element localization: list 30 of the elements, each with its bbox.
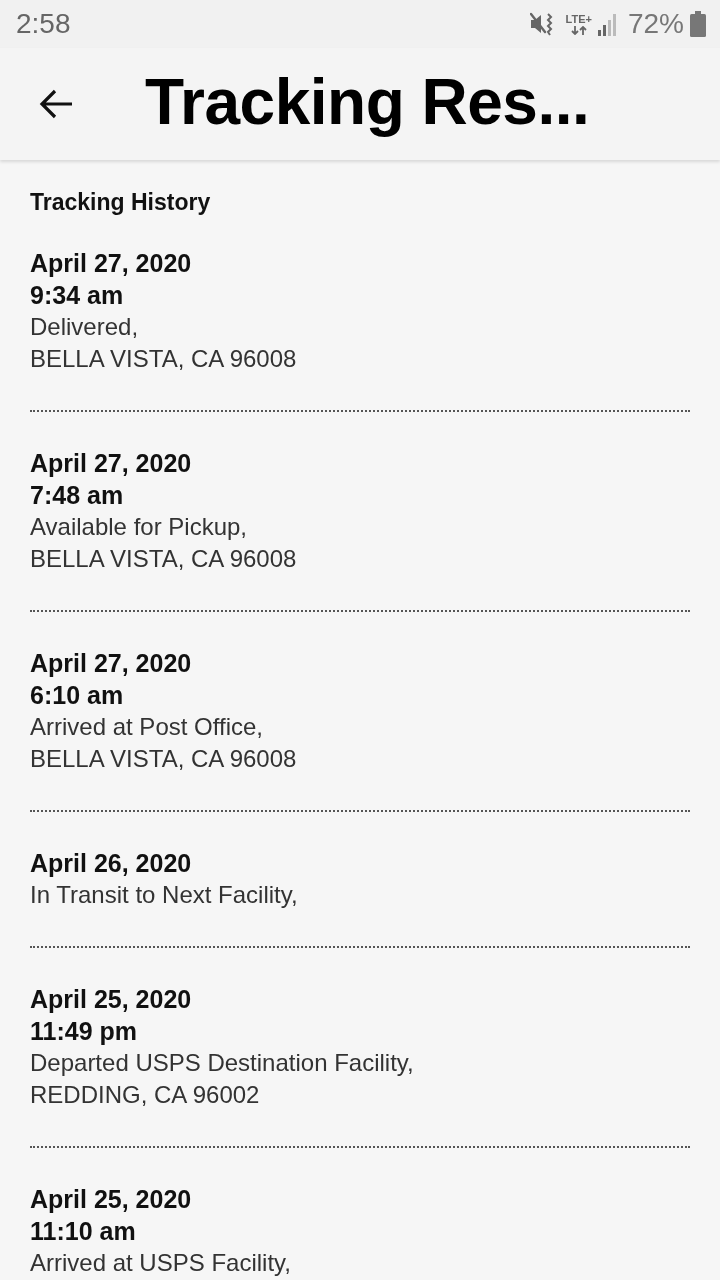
event-status: Departed USPS Destination Facility,: [30, 1048, 415, 1078]
event-time: 9:34 am: [30, 280, 125, 311]
network-type-label: LTE+: [565, 13, 592, 25]
event-date: April 27, 2020: [30, 448, 193, 479]
data-arrows-icon: [570, 25, 587, 35]
event-time: 11:49 pm: [30, 1016, 138, 1047]
back-arrow-icon: [39, 89, 73, 119]
event-location: BELLA VISTA, CA 96008: [30, 544, 298, 574]
status-time: 2:58: [16, 8, 71, 40]
event-status: Arrived at Post Office,: [30, 712, 264, 742]
event-date: April 27, 2020: [30, 648, 193, 679]
event-location: REDDING, CA 96002: [30, 1080, 261, 1110]
event-status: In Transit to Next Facility,: [30, 880, 299, 910]
event-date: April 25, 2020: [30, 984, 193, 1015]
event-time: 11:10 am: [30, 1216, 137, 1247]
back-button[interactable]: [39, 89, 73, 119]
event-status: Available for Pickup,: [30, 512, 248, 542]
event-status: Delivered,: [30, 312, 140, 342]
page-title: Tracking Res...: [145, 65, 590, 139]
event-date: April 26, 2020: [30, 848, 193, 879]
battery-icon: [690, 11, 706, 37]
event-time: 6:10 am: [30, 680, 125, 711]
event-date: April 27, 2020: [30, 248, 193, 279]
event-status: Arrived at USPS Facility,: [30, 1248, 292, 1278]
event-time: 7:48 am: [30, 480, 125, 511]
section-heading: Tracking History: [30, 188, 212, 217]
event-date: April 25, 2020: [30, 1184, 193, 1215]
battery-percent: 72%: [627, 8, 684, 40]
event-location: BELLA VISTA, CA 96008: [30, 744, 298, 774]
event-location: BELLA VISTA, CA 96008: [30, 344, 298, 374]
